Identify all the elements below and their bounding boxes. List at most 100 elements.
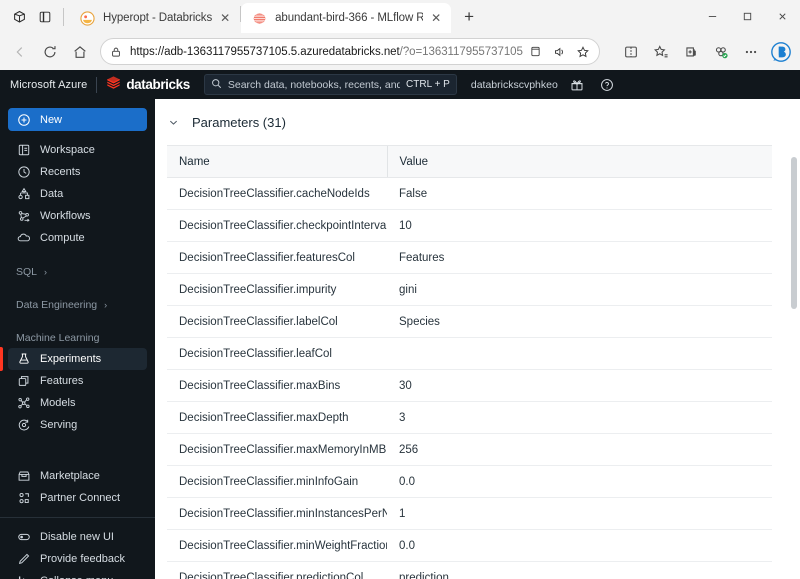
param-value-cell: Species bbox=[387, 305, 773, 338]
global-search-input[interactable]: Search data, notebooks, recents, and mor… bbox=[203, 74, 457, 95]
minimize-button[interactable] bbox=[695, 0, 730, 32]
param-value-cell: 0.0 bbox=[387, 529, 773, 562]
table-row: DecisionTreeClassifier.maxBins 30 bbox=[167, 369, 773, 402]
parameters-table: Name Value DecisionTreeClassifier.cacheN… bbox=[167, 145, 773, 579]
marketplace-icon bbox=[16, 469, 31, 484]
tab-title: abundant-bird-366 - MLflow Run bbox=[275, 12, 424, 24]
workflows-icon bbox=[16, 209, 31, 224]
pencil-icon bbox=[16, 552, 31, 567]
param-value-cell: False bbox=[387, 177, 773, 210]
sidebar-item-new[interactable]: New bbox=[8, 108, 147, 131]
chevron-down-icon[interactable] bbox=[167, 117, 179, 128]
sidebar-divider bbox=[0, 517, 155, 518]
sidebar-item-serving[interactable]: Serving bbox=[8, 414, 147, 436]
window-controls bbox=[695, 0, 800, 32]
bing-copilot-icon[interactable] bbox=[768, 39, 794, 65]
gift-icon[interactable] bbox=[566, 74, 588, 96]
browser-tab-mlflow-run[interactable]: abundant-bird-366 - MLflow Run ✕ bbox=[241, 3, 452, 33]
param-name-cell: DecisionTreeClassifier.minInfoGain bbox=[167, 465, 387, 498]
column-header-name[interactable]: Name bbox=[167, 145, 387, 178]
sidebar-item-label: Recents bbox=[40, 166, 81, 178]
tab-strip: Hyperopt - Databricks ✕ abundant-bird-36… bbox=[0, 0, 800, 33]
lock-icon bbox=[110, 46, 122, 58]
param-value-cell bbox=[387, 337, 773, 370]
databricks-wordmark: databricks bbox=[126, 77, 190, 92]
sidebar-item-workflows[interactable]: Workflows bbox=[8, 205, 147, 227]
sidebar-section-sql[interactable]: SQL › bbox=[8, 262, 147, 282]
table-row: DecisionTreeClassifier.cacheNodeIds False bbox=[167, 177, 773, 210]
plus-circle-icon bbox=[16, 112, 31, 127]
sidebar-item-label: Models bbox=[40, 397, 76, 409]
help-icon[interactable] bbox=[596, 74, 618, 96]
navigation-toolbar: https://adb-1363117955737105.5.azuredata… bbox=[0, 33, 800, 70]
param-name-cell: DecisionTreeClassifier.minInstancesPerNo… bbox=[167, 497, 387, 530]
toggle-icon bbox=[16, 530, 31, 545]
data-icon bbox=[16, 187, 31, 202]
column-header-value[interactable]: Value bbox=[386, 145, 773, 178]
param-value-cell: 0.0 bbox=[387, 465, 773, 498]
split-screen-icon[interactable] bbox=[617, 38, 645, 66]
browser-essentials-icon[interactable] bbox=[707, 38, 735, 66]
home-icon[interactable] bbox=[66, 38, 94, 66]
table-row: DecisionTreeClassifier.maxMemoryInMB 256 bbox=[167, 433, 773, 466]
address-bar[interactable]: https://adb-1363117955737105.5.azuredata… bbox=[100, 38, 600, 65]
sidebar-item-features[interactable]: Features bbox=[8, 370, 147, 392]
sidebar-item-models[interactable]: Models bbox=[8, 392, 147, 414]
new-tab-button[interactable]: + bbox=[455, 3, 483, 31]
split-tab-icon[interactable] bbox=[523, 40, 547, 64]
reload-icon[interactable] bbox=[36, 38, 64, 66]
favorites-icon[interactable] bbox=[647, 38, 675, 66]
sidebar-item-experiments[interactable]: Experiments bbox=[0, 347, 147, 371]
cloud-icon bbox=[16, 231, 31, 246]
workspace-user-label[interactable]: databrickscvphkeo bbox=[471, 79, 558, 91]
param-value-cell: 3 bbox=[387, 401, 773, 434]
more-settings-icon[interactable] bbox=[737, 38, 765, 66]
sidebar-item-label: Experiments bbox=[40, 353, 102, 365]
parameters-section-header[interactable]: Parameters (31) bbox=[167, 113, 772, 131]
azure-brand-label[interactable]: Microsoft Azure bbox=[10, 79, 87, 91]
tab-close-icon[interactable]: ✕ bbox=[216, 9, 234, 27]
sidebar-item-data[interactable]: Data bbox=[8, 183, 147, 205]
sidebar-item-recents[interactable]: Recents bbox=[8, 161, 147, 183]
sidebar-item-label: Workflows bbox=[40, 210, 91, 222]
close-window-button[interactable] bbox=[765, 0, 800, 32]
sidebar-item-label: Serving bbox=[40, 419, 78, 431]
vertical-tabs-icon[interactable] bbox=[32, 4, 58, 30]
copilot-workspaces-icon[interactable] bbox=[6, 4, 32, 30]
browser-tab-hyperopt[interactable]: Hyperopt - Databricks ✕ bbox=[69, 3, 240, 33]
global-search-placeholder: Search data, notebooks, recents, and mor… bbox=[227, 78, 401, 91]
page-scrollbar[interactable] bbox=[790, 99, 798, 579]
sidebar-item-workspace[interactable]: Workspace bbox=[8, 139, 147, 161]
page-viewport: Microsoft Azure databricks Search data, … bbox=[0, 70, 800, 579]
table-row: DecisionTreeClassifier.checkpointInterva… bbox=[167, 209, 773, 242]
tab-close-icon[interactable]: ✕ bbox=[427, 9, 445, 27]
sidebar-item-marketplace[interactable]: Marketplace bbox=[8, 465, 147, 487]
sidebar-item-compute[interactable]: Compute bbox=[8, 227, 147, 249]
param-value-cell: 256 bbox=[387, 433, 773, 466]
collections-icon[interactable] bbox=[677, 38, 705, 66]
add-favorite-icon[interactable] bbox=[571, 40, 595, 64]
sidebar-item-provide-feedback[interactable]: Provide feedback bbox=[8, 548, 147, 570]
sidebar-item-partner-connect[interactable]: Partner Connect bbox=[8, 487, 147, 509]
sidebar-item-label: Collapse menu bbox=[40, 575, 113, 579]
databricks-logo-link[interactable]: databricks bbox=[106, 75, 190, 95]
browser-window: Hyperopt - Databricks ✕ abundant-bird-36… bbox=[0, 0, 800, 579]
search-shortcut-hint: CTRL + P bbox=[406, 79, 450, 90]
sidebar-item-collapse-menu[interactable]: Collapse menu bbox=[8, 570, 147, 579]
param-name-cell: DecisionTreeClassifier.maxMemoryInMB bbox=[167, 433, 387, 466]
mlflow-favicon bbox=[251, 10, 267, 26]
sidebar-item-disable-new-ui[interactable]: Disable new UI bbox=[8, 526, 147, 548]
sidebar-item-label: New bbox=[40, 113, 63, 126]
sidebar-section-data-engineering[interactable]: Data Engineering › bbox=[8, 295, 147, 315]
param-name-cell: DecisionTreeClassifier.maxBins bbox=[167, 369, 387, 402]
sidebar-section-label: Data Engineering bbox=[16, 299, 98, 311]
read-aloud-icon[interactable] bbox=[547, 40, 571, 64]
table-row: DecisionTreeClassifier.leafCol bbox=[167, 337, 773, 370]
collapse-menu-icon bbox=[16, 574, 31, 579]
page-scrollbar-thumb[interactable] bbox=[791, 157, 798, 309]
back-icon[interactable] bbox=[6, 38, 34, 66]
maximize-button[interactable] bbox=[730, 0, 765, 32]
table-header-row: Name Value bbox=[167, 145, 773, 178]
